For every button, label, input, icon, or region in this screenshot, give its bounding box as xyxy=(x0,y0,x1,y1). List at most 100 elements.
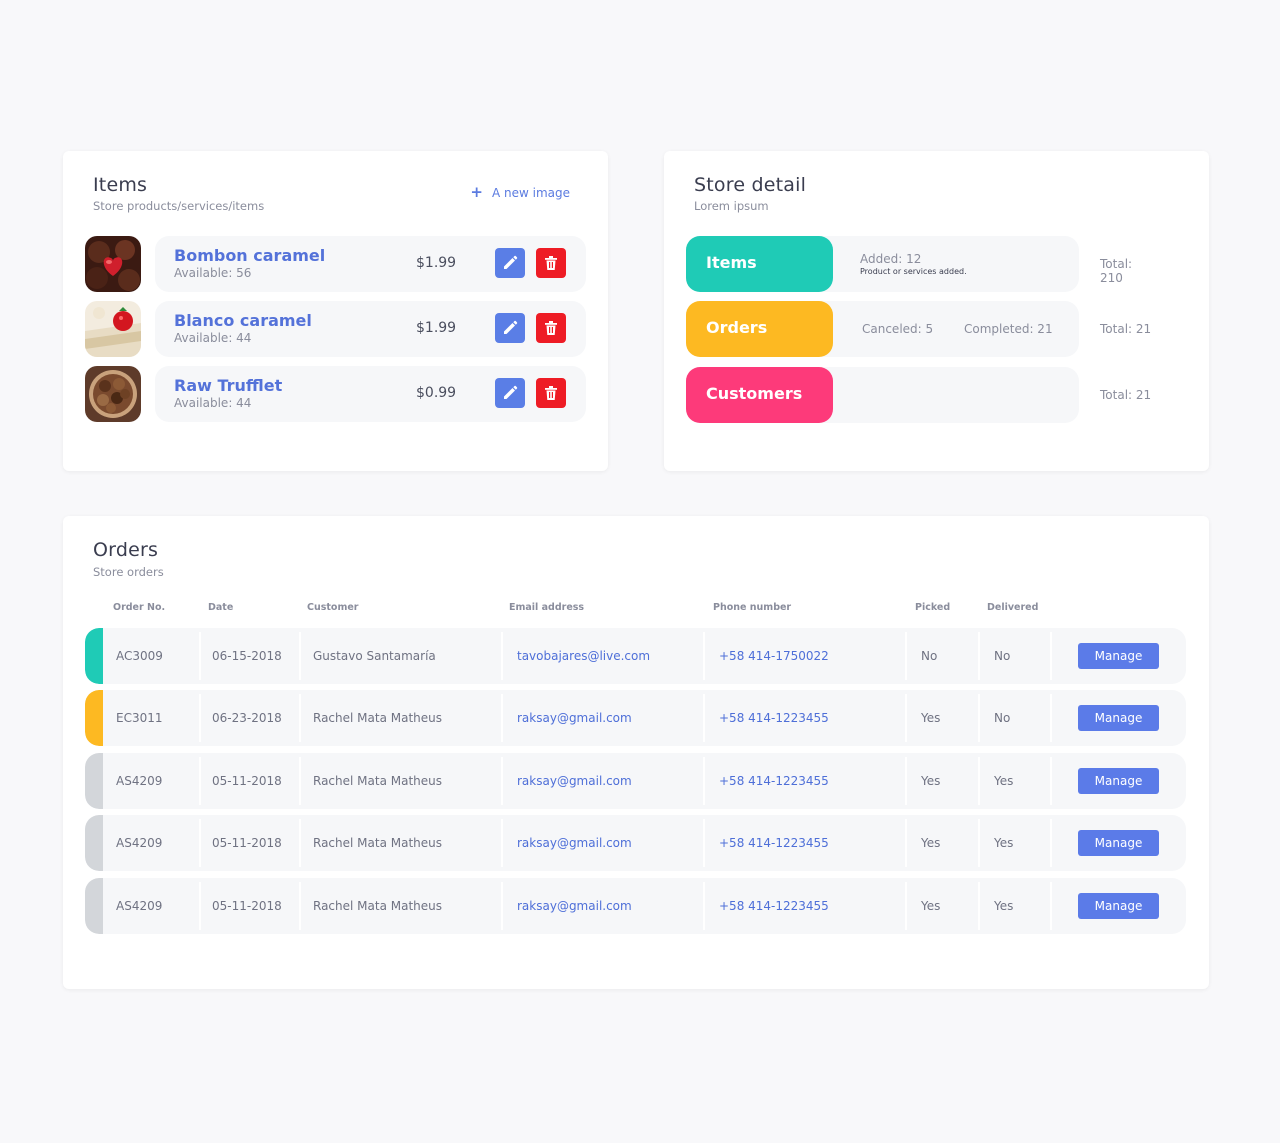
stat-label-items[interactable]: Items xyxy=(686,236,833,292)
pencil-icon xyxy=(504,255,518,269)
delete-item-button[interactable] xyxy=(536,378,566,408)
column-divider xyxy=(703,757,705,805)
order-status-bar xyxy=(85,753,103,809)
column-divider xyxy=(299,757,301,805)
column-header-email: Email address xyxy=(509,602,585,613)
order-picked: No xyxy=(921,649,938,663)
order-phone[interactable]: +58 414-1223455 xyxy=(719,753,829,809)
column-divider xyxy=(1050,819,1052,867)
item-price: $1.99 xyxy=(416,320,457,336)
order-delivered: No xyxy=(994,711,1011,725)
table-row: AC3009 06-15-2018 Gustavo Santamaría tavoba… xyxy=(85,628,1186,684)
order-delivered: Yes xyxy=(994,836,1014,850)
manage-order-button[interactable]: Manage xyxy=(1078,893,1159,919)
item-price: $0.99 xyxy=(416,385,457,401)
edit-item-button[interactable] xyxy=(495,313,525,343)
order-customer: Rachel Mata Matheus xyxy=(313,899,442,913)
column-divider xyxy=(703,632,705,680)
column-header-customer: Customer xyxy=(307,602,359,613)
item-name[interactable]: Blanco caramel xyxy=(174,311,312,330)
order-number: AS4209 xyxy=(116,836,163,850)
order-email[interactable]: raksay@gmail.com xyxy=(517,753,632,809)
column-header-date: Date xyxy=(208,602,234,613)
stat-added-note: Product or services added. xyxy=(860,267,967,276)
order-date: 06-15-2018 xyxy=(212,649,282,663)
order-email[interactable]: raksay@gmail.com xyxy=(517,878,632,934)
order-date: 05-11-2018 xyxy=(212,774,282,788)
column-divider xyxy=(1050,694,1052,742)
column-header-delivered: Delivered xyxy=(987,602,1039,613)
stat-label-orders[interactable]: Orders xyxy=(686,301,833,357)
column-header-phone: Phone number xyxy=(713,602,792,613)
orders-card: Orders Store orders Order No. Date Custo… xyxy=(63,516,1209,989)
column-divider xyxy=(978,757,980,805)
plus-icon: + xyxy=(470,183,483,201)
item-name[interactable]: Bombon caramel xyxy=(174,246,325,265)
stat-total: Total: 21 xyxy=(1100,322,1152,336)
delete-item-button[interactable] xyxy=(536,313,566,343)
order-date: 06-23-2018 xyxy=(212,711,282,725)
manage-order-button[interactable]: Manage xyxy=(1078,643,1159,669)
column-divider xyxy=(1050,757,1052,805)
edit-item-button[interactable] xyxy=(495,248,525,278)
order-customer: Gustavo Santamaría xyxy=(313,649,436,663)
table-row: EC3011 06-23-2018 Rachel Mata Matheus raksa… xyxy=(85,690,1186,746)
order-picked: Yes xyxy=(921,899,941,913)
add-new-image-label: A new image xyxy=(491,185,570,200)
table-row: AS4209 05-11-2018 Rachel Mata Matheus raksa… xyxy=(85,815,1186,871)
item-name[interactable]: Raw Trufflet xyxy=(174,376,282,395)
add-new-image-link[interactable]: + A new image xyxy=(470,185,570,200)
delete-item-button[interactable] xyxy=(536,248,566,278)
stat-completed: Completed: 21 xyxy=(964,322,1053,336)
order-phone[interactable]: +58 414-1223455 xyxy=(719,878,829,934)
item-availability: Available: 44 xyxy=(174,331,252,345)
column-divider xyxy=(703,882,705,930)
order-email[interactable]: raksay@gmail.com xyxy=(517,690,632,746)
item-thumbnail-bombon xyxy=(85,236,141,292)
column-divider xyxy=(501,757,503,805)
trash-icon xyxy=(545,386,557,400)
column-divider xyxy=(978,694,980,742)
order-status-bar xyxy=(85,815,103,871)
stat-total: Total: 21 xyxy=(1100,388,1152,402)
order-status-bar xyxy=(85,628,103,684)
manage-order-button[interactable]: Manage xyxy=(1078,768,1159,794)
stat-total: Total: 210 xyxy=(1100,257,1133,285)
manage-order-button[interactable]: Manage xyxy=(1078,830,1159,856)
column-divider xyxy=(905,819,907,867)
item-availability: Available: 56 xyxy=(174,266,252,280)
edit-item-button[interactable] xyxy=(495,378,525,408)
column-divider xyxy=(501,632,503,680)
order-customer: Rachel Mata Matheus xyxy=(313,711,442,725)
order-number: EC3011 xyxy=(116,711,163,725)
order-customer: Rachel Mata Matheus xyxy=(313,774,442,788)
order-delivered: No xyxy=(994,649,1011,663)
order-phone[interactable]: +58 414-1750022 xyxy=(719,628,829,684)
order-email[interactable]: tavobajares@live.com xyxy=(517,628,650,684)
column-divider xyxy=(299,694,301,742)
order-delivered: Yes xyxy=(994,899,1014,913)
stat-row-customers: Customers Total: 21 xyxy=(686,367,1156,423)
order-phone[interactable]: +58 414-1223455 xyxy=(719,815,829,871)
item-row: Raw Trufflet Available: 44 $0.99 xyxy=(85,366,586,422)
table-row: AS4209 05-11-2018 Rachel Mata Matheus raksa… xyxy=(85,878,1186,934)
column-divider xyxy=(905,882,907,930)
manage-order-button[interactable]: Manage xyxy=(1078,705,1159,731)
stat-label-customers[interactable]: Customers xyxy=(686,367,833,423)
order-date: 05-11-2018 xyxy=(212,836,282,850)
column-divider xyxy=(905,757,907,805)
column-divider xyxy=(199,694,201,742)
order-phone[interactable]: +58 414-1223455 xyxy=(719,690,829,746)
column-header-picked: Picked xyxy=(915,602,951,613)
column-divider xyxy=(299,882,301,930)
column-header-order-no: Order No. xyxy=(113,602,166,613)
order-picked: Yes xyxy=(921,711,941,725)
store-detail-subtitle: Lorem ipsum xyxy=(694,199,769,213)
column-divider xyxy=(199,757,201,805)
trash-icon xyxy=(545,256,557,270)
column-divider xyxy=(703,819,705,867)
order-email[interactable]: raksay@gmail.com xyxy=(517,815,632,871)
store-detail-title: Store detail xyxy=(694,174,807,196)
column-divider xyxy=(299,632,301,680)
column-divider xyxy=(1050,632,1052,680)
